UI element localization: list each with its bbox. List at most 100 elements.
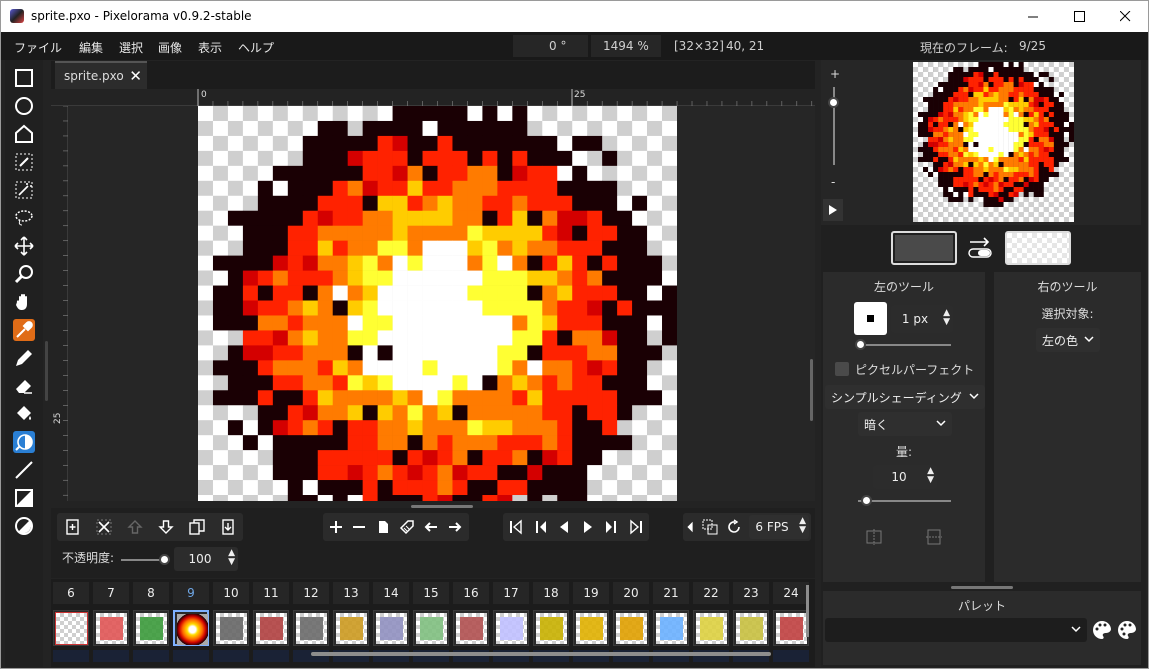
brush-size-knob[interactable] (855, 339, 866, 350)
next-frame-button[interactable] (601, 516, 623, 538)
frame-cel-lower[interactable] (93, 650, 129, 662)
spin-arrows-icon[interactable]: ▲ ▼ (799, 517, 806, 535)
frame-cel[interactable] (293, 610, 329, 646)
frame-cel[interactable] (573, 610, 609, 646)
canvas-vertical-scrollbar[interactable] (810, 359, 813, 421)
eraser-tool[interactable] (13, 375, 35, 397)
move-tool[interactable] (13, 235, 35, 257)
frame-number-button[interactable]: 14 (373, 582, 409, 604)
brush-size-slider[interactable] (861, 344, 951, 346)
right-color-button[interactable] (1005, 231, 1071, 265)
clone-layer-button[interactable] (186, 516, 208, 538)
ellipse-select-tool[interactable] (13, 95, 35, 117)
rectangle-select-tool[interactable] (13, 67, 35, 89)
menu-help[interactable]: ヘルプ (238, 39, 274, 56)
frame-number-button[interactable]: 8 (133, 582, 169, 604)
frame-cel-lower[interactable] (773, 650, 809, 662)
spin-arrows-icon[interactable]: ▲ ▼ (228, 549, 235, 567)
bucket-tool[interactable] (13, 403, 35, 425)
preview-zoom-knob[interactable] (828, 96, 839, 108)
menu-edit[interactable]: 編集 (79, 39, 103, 56)
menu-image[interactable]: 画像 (158, 39, 182, 56)
frame-number-button[interactable]: 16 (453, 582, 489, 604)
add-layer-button[interactable] (62, 516, 84, 538)
preview-zoom-in-icon[interactable]: + (830, 67, 840, 81)
frame-cel[interactable] (253, 610, 289, 646)
frame-cel[interactable] (493, 610, 529, 646)
maximize-button[interactable] (1056, 1, 1102, 32)
frame-cel[interactable] (93, 610, 129, 646)
frame-number-button[interactable]: 6 (53, 582, 89, 604)
brush-size-spinbox[interactable]: 1 px ▲ ▼ (891, 305, 953, 333)
amount-knob[interactable] (861, 495, 873, 506)
mirror-vertical-button[interactable] (926, 529, 942, 548)
frame-number-button[interactable]: 20 (613, 582, 649, 604)
polygon-select-tool[interactable] (13, 123, 35, 145)
frame-cel-lower[interactable] (213, 650, 249, 662)
swap-colors-button[interactable] (967, 236, 993, 260)
frame-number-button[interactable]: 9 (173, 582, 209, 604)
frame-number-button[interactable]: 22 (693, 582, 729, 604)
frame-cel[interactable] (533, 610, 569, 646)
play-forward-button[interactable] (577, 516, 599, 538)
pixel-perfect-checkbox[interactable] (835, 362, 849, 376)
target-dropdown[interactable]: 左の色 (1036, 328, 1100, 352)
fps-spinbox[interactable]: 6 FPS ▲ ▼ (749, 515, 809, 539)
frame-number-button[interactable]: 17 (493, 582, 529, 604)
mirror-horizontal-button[interactable] (866, 529, 882, 548)
menu-file[interactable]: ファイル (14, 39, 62, 56)
palette-splitter[interactable] (951, 586, 1013, 589)
play-backwards-button[interactable] (553, 516, 575, 538)
close-button[interactable] (1102, 1, 1148, 32)
preview-play-button[interactable] (823, 199, 843, 221)
frame-number-button[interactable]: 19 (573, 582, 609, 604)
merge-layer-button[interactable] (217, 516, 239, 538)
frame-number-button[interactable]: 10 (213, 582, 249, 604)
frame-cel[interactable] (133, 610, 169, 646)
spin-arrows-icon[interactable]: ▲ ▼ (943, 309, 950, 327)
magic-wand-tool[interactable] (13, 179, 35, 201)
timeline-horizontal-scrollbar[interactable] (311, 652, 771, 656)
frame-cel[interactable] (453, 610, 489, 646)
frame-cel[interactable] (613, 610, 649, 646)
tag-frame-button[interactable] (396, 516, 418, 538)
frame-number-button[interactable]: 15 (413, 582, 449, 604)
frame-cel-lower[interactable] (173, 650, 209, 662)
first-frame-button[interactable] (505, 516, 527, 538)
clone-frame-button[interactable] (372, 516, 394, 538)
pan-tool[interactable] (13, 291, 35, 313)
frame-number-button[interactable]: 21 (653, 582, 689, 604)
frame-cel[interactable] (413, 610, 449, 646)
line-tool[interactable] (13, 459, 35, 481)
frame-number-button[interactable]: 18 (533, 582, 569, 604)
frame-number-button[interactable]: 24 (773, 582, 809, 604)
pencil-tool[interactable] (13, 347, 35, 369)
frame-cel-lower[interactable] (53, 650, 89, 662)
frame-cel[interactable] (653, 610, 689, 646)
onion-expand-button[interactable] (683, 516, 697, 538)
move-layer-down-button[interactable] (155, 516, 177, 538)
tab-sprite[interactable]: sprite.pxo ✕ (55, 61, 147, 89)
pixel-perfect-label[interactable]: ピクセルパーフェクト (855, 361, 974, 378)
frame-cel[interactable] (733, 610, 769, 646)
frame-number-button[interactable]: 13 (333, 582, 369, 604)
add-palette-button[interactable] (1091, 619, 1113, 644)
frame-cel[interactable] (693, 610, 729, 646)
loop-button[interactable] (723, 516, 745, 538)
move-layer-up-button[interactable] (124, 516, 146, 538)
frame-cel[interactable] (773, 610, 809, 646)
minimize-button[interactable] (1010, 1, 1056, 32)
edit-palette-button[interactable] (1116, 619, 1138, 644)
frame-number-button[interactable]: 23 (733, 582, 769, 604)
last-frame-button[interactable] (625, 516, 647, 538)
amount-spinbox[interactable]: 10 ▲ ▼ (873, 465, 937, 489)
color-picker-tool[interactable] (13, 319, 35, 341)
sprite-canvas[interactable] (198, 106, 677, 501)
ellipse-tool[interactable] (13, 515, 35, 537)
frame-cel-lower[interactable] (133, 650, 169, 662)
previous-frame-button[interactable] (529, 516, 551, 538)
frame-cel[interactable] (333, 610, 369, 646)
shading-tool[interactable] (13, 431, 35, 453)
menu-select[interactable]: 選択 (119, 39, 143, 56)
menu-view[interactable]: 表示 (198, 39, 222, 56)
